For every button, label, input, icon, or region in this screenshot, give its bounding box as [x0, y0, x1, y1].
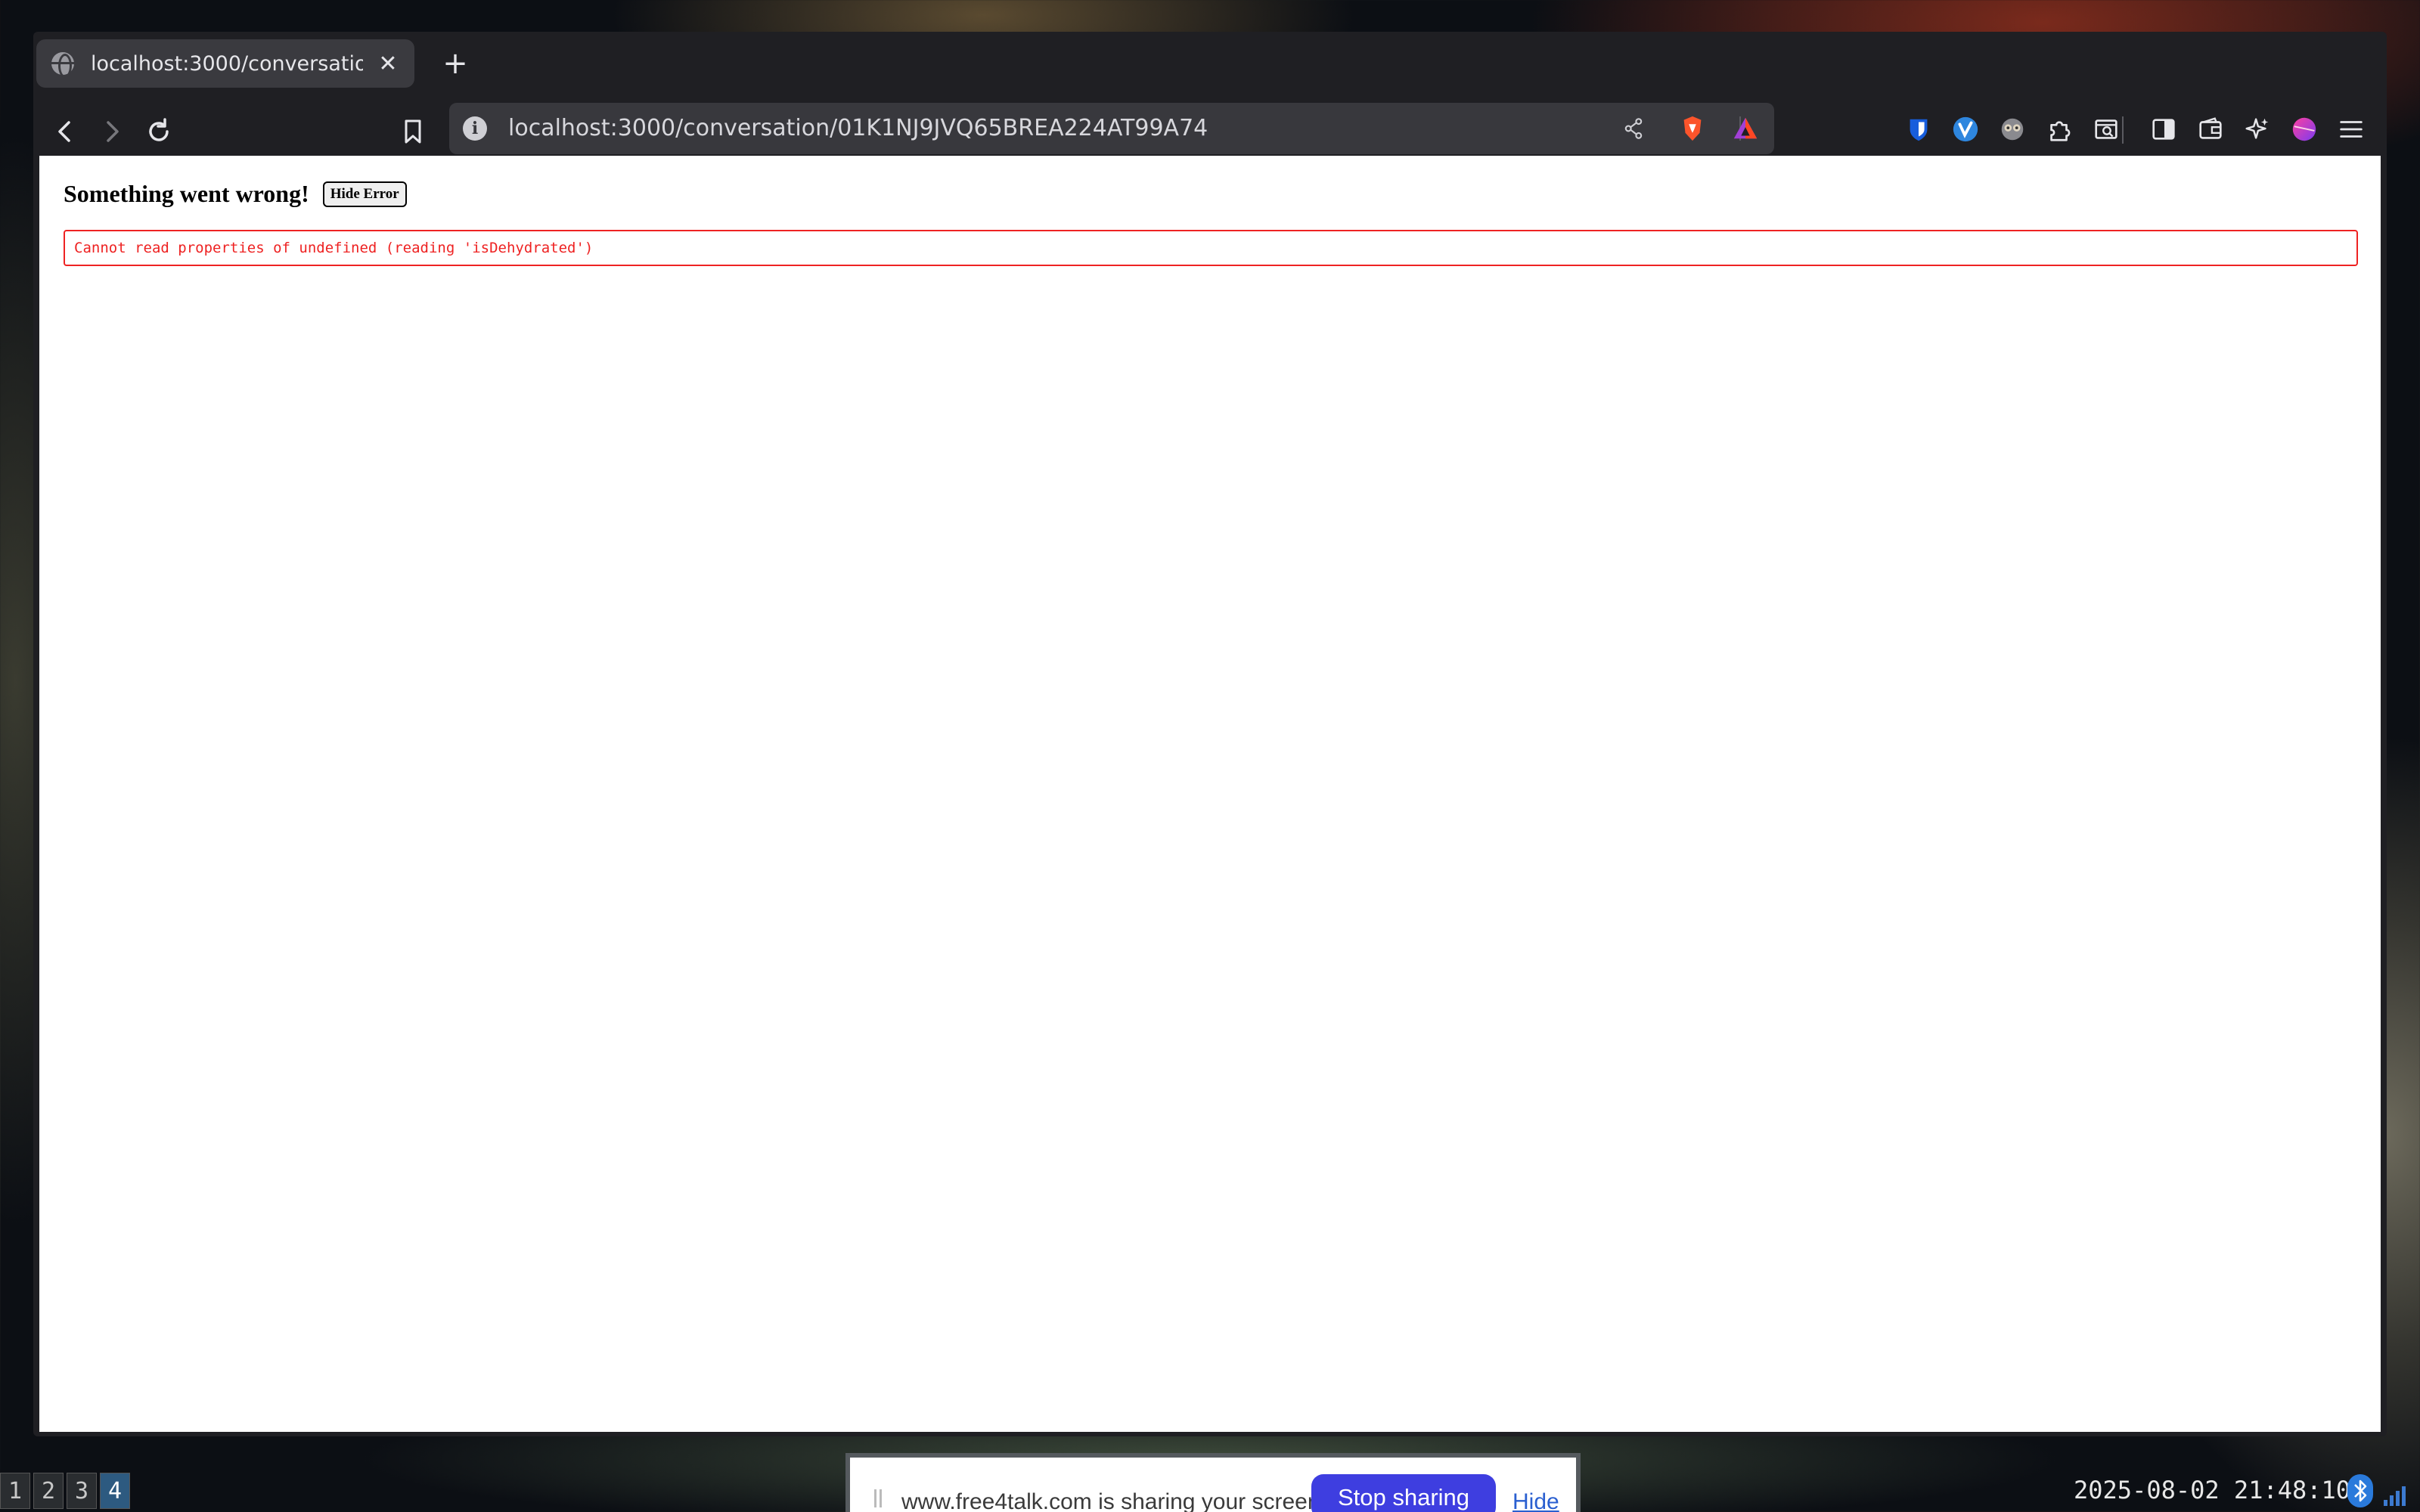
screen-sharing-bar: www.free4talk.com is sharing your screen…: [845, 1453, 1581, 1512]
chevron-right-icon: [107, 121, 119, 142]
url-text[interactable]: localhost:3000/conversation/01K1NJ9JVQ65…: [508, 103, 1208, 154]
bookmark-icon: [405, 119, 421, 144]
brave-rewards-icon[interactable]: [1730, 113, 1761, 144]
profile-avatar-icon[interactable]: [2285, 110, 2323, 148]
stop-sharing-button[interactable]: Stop sharing: [1311, 1474, 1496, 1512]
drag-handle-icon[interactable]: [874, 1489, 882, 1507]
new-tab-button[interactable]: +: [434, 42, 476, 85]
bluetooth-icon[interactable]: [2347, 1474, 2373, 1507]
sharing-message: www.free4talk.com is sharing your screen…: [901, 1489, 1326, 1512]
site-info-icon[interactable]: i: [463, 116, 487, 141]
tab-title: localhost:3000/conversation/: [91, 51, 363, 76]
signal-icon[interactable]: [2384, 1479, 2411, 1506]
error-message-box: Cannot read properties of undefined (rea…: [64, 230, 2358, 266]
bookmark-button[interactable]: [392, 110, 434, 153]
workspace-4-active[interactable]: 4: [100, 1473, 130, 1509]
address-bar[interactable]: i localhost:3000/conversation/01K1NJ9JVQ…: [449, 103, 1774, 154]
reload-icon: [149, 118, 169, 141]
error-title: Something went wrong!: [64, 180, 309, 207]
extensions-icon[interactable]: [2040, 110, 2078, 148]
vimium-icon[interactable]: [1947, 110, 1984, 148]
system-clock: 2025-08-02 21:48:10: [2074, 1476, 2351, 1504]
workspace-3[interactable]: 3: [67, 1473, 97, 1509]
reload-button[interactable]: [138, 110, 180, 153]
chevron-left-icon: [58, 121, 70, 142]
sidebar-icon[interactable]: [2145, 110, 2183, 148]
back-button[interactable]: [44, 110, 86, 153]
hide-error-button[interactable]: Hide Error: [322, 181, 407, 207]
forward-button[interactable]: [91, 110, 133, 153]
tab-active[interactable]: localhost:3000/conversation/ ✕: [36, 39, 414, 88]
globe-icon: [51, 52, 74, 78]
close-icon[interactable]: ✕: [377, 51, 399, 77]
error-message: Cannot read properties of undefined (rea…: [74, 240, 594, 256]
brave-shields-icon[interactable]: [1677, 113, 1708, 144]
bitwarden-icon[interactable]: [1900, 110, 1938, 148]
hide-link[interactable]: Hide: [1512, 1489, 1559, 1512]
wallet-icon[interactable]: [2192, 110, 2229, 148]
error-header: Something went wrong! Hide Error: [64, 180, 407, 208]
browser-window: localhost:3000/conversation/ ✕ + i local…: [33, 32, 2387, 1436]
share-icon[interactable]: [1618, 113, 1649, 144]
toolbar-divider: [2122, 116, 2124, 144]
privacy-badger-icon[interactable]: [1993, 110, 2031, 148]
screenshot-icon[interactable]: [2087, 110, 2125, 148]
page-content: Something went wrong! Hide Error Cannot …: [39, 156, 2381, 1432]
tab-strip: localhost:3000/conversation/ ✕ +: [33, 32, 2387, 94]
workspace-1[interactable]: 1: [0, 1473, 30, 1509]
leo-ai-icon[interactable]: [2238, 110, 2276, 148]
workspace-2[interactable]: 2: [33, 1473, 64, 1509]
menu-icon[interactable]: [2332, 110, 2370, 148]
